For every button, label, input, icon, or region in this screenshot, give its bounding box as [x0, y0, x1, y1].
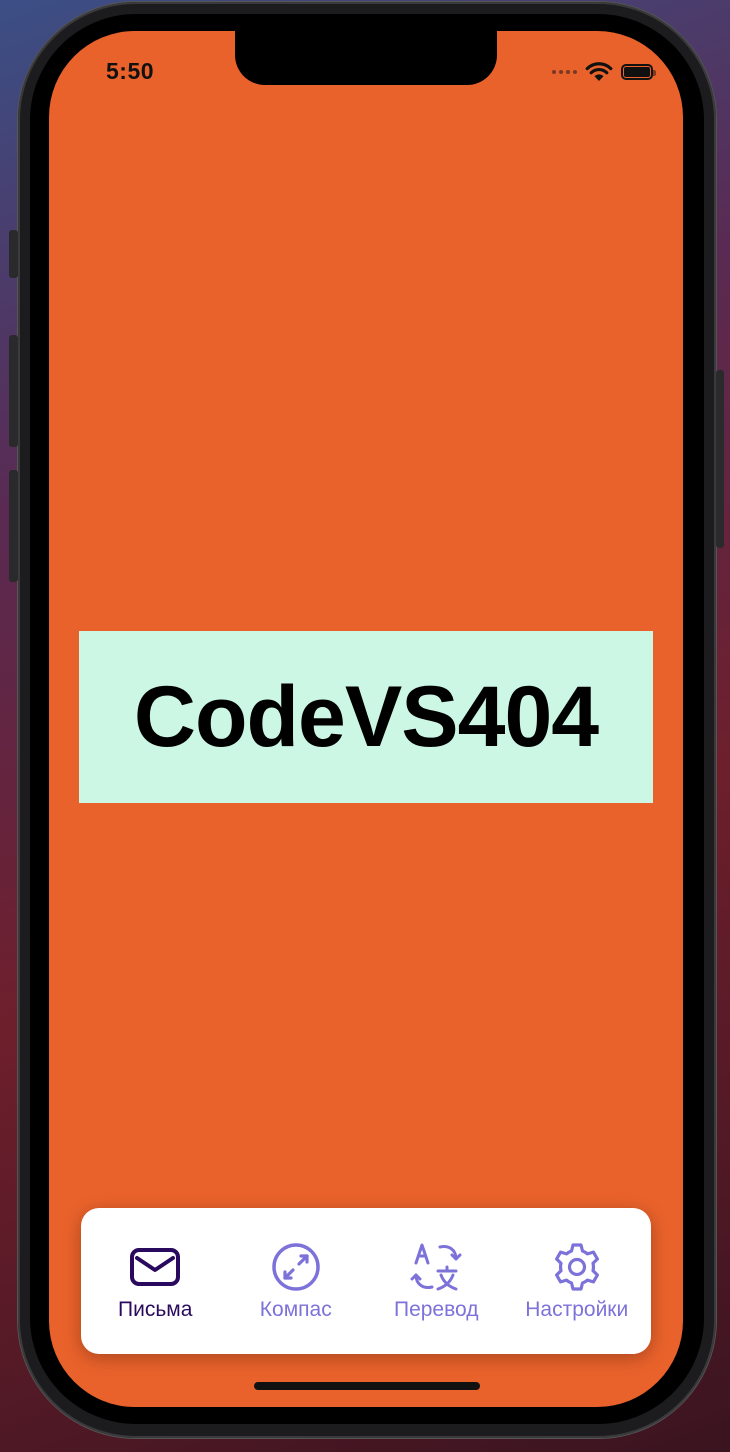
tab-compass[interactable]: Компас [226, 1240, 366, 1322]
status-indicators [552, 61, 656, 83]
title-banner: CodeVS404 [79, 631, 653, 803]
mute-switch [9, 230, 18, 278]
tab-label: Перевод [393, 1298, 479, 1321]
tab-settings[interactable]: Настройки [507, 1240, 647, 1322]
power-button [716, 370, 724, 548]
tab-bar: Письма Компас Перевод Настройки [81, 1208, 651, 1354]
home-indicator[interactable] [254, 1382, 480, 1390]
translate-icon [409, 1240, 463, 1294]
volume-down-button [9, 470, 18, 582]
compass-icon [269, 1240, 323, 1294]
wifi-icon [585, 62, 613, 81]
status-time: 5:50 [106, 58, 155, 84]
tab-letters[interactable]: Письма [85, 1240, 225, 1322]
tab-label: Настройки [525, 1298, 629, 1321]
battery-icon [621, 64, 656, 80]
envelope-icon [128, 1240, 182, 1294]
phone-screen: 5:50 CodeVS404 Письма Компас Перевод Нас… [49, 31, 683, 1407]
cellular-signal-icon [552, 70, 577, 74]
tab-translate[interactable]: Перевод [366, 1240, 506, 1322]
tab-label: Письма [118, 1298, 193, 1321]
tab-label: Компас [259, 1298, 332, 1321]
volume-up-button [9, 335, 18, 447]
gear-icon [550, 1240, 604, 1294]
notch [235, 31, 497, 85]
page-title: CodeVS404 [133, 668, 599, 765]
